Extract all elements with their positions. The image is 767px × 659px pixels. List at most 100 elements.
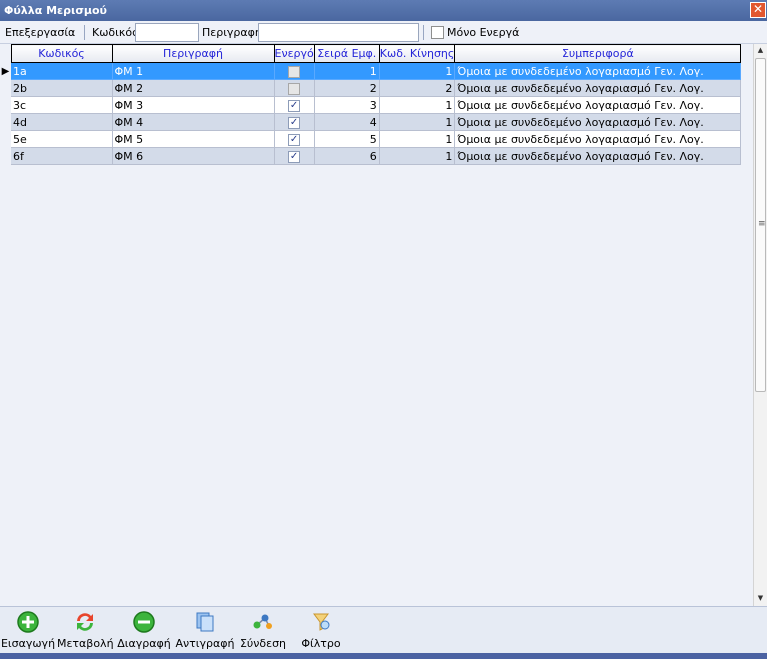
scroll-down-arrow-icon[interactable]: ▼ — [754, 592, 767, 605]
delete-button[interactable]: Διαγραφή — [116, 610, 172, 650]
cell-movement-code[interactable]: 1 — [379, 62, 456, 80]
cell-code[interactable]: 1a — [11, 62, 113, 80]
window-title-bar: Φύλλα Μερισμού ✕ — [0, 0, 767, 21]
action-toolbar: Εισαγωγή Μεταβολή Διαγραφή Αντιγραφή Σύν… — [0, 606, 767, 653]
active-checkbox[interactable]: ✓ — [288, 116, 301, 129]
column-header-movement-code[interactable]: Κωδ. Κίνησης — [378, 44, 456, 63]
active-checkbox[interactable] — [288, 65, 301, 78]
table-row[interactable]: 3c ΦΜ 3 ✓ 3 1 Όμοια με συνδεδεμένο λογαριασμό… — [0, 96, 742, 114]
cell-behavior[interactable]: Όμοια με συνδεδεμένο λογαριασμό Γεν. Λογ… — [454, 62, 742, 80]
refresh-arrows-icon — [77, 613, 93, 631]
cell-code[interactable]: 3c — [11, 96, 113, 114]
row-indicator — [0, 79, 11, 97]
cell-display-order[interactable]: 5 — [314, 130, 380, 148]
cell-movement-code[interactable]: 1 — [379, 130, 456, 148]
row-indicator: ▶ — [0, 62, 11, 80]
cell-active[interactable] — [274, 79, 315, 97]
cell-display-order[interactable]: 1 — [314, 62, 380, 80]
table-row[interactable]: 2b ΦΜ 2 2 2 Όμοια με συνδεδεμένο λογαριασμό … — [0, 79, 742, 97]
insert-label: Εισαγωγή — [0, 637, 56, 650]
cell-description[interactable]: ΦΜ 6 — [112, 147, 275, 165]
row-indicator — [0, 130, 11, 148]
column-header-code[interactable]: Κωδικός — [10, 44, 113, 63]
filter-button[interactable]: Φίλτρο — [296, 610, 346, 650]
data-grid: Κωδικός Περιγραφή Ενεργό Σειρά Εμφ. Κωδ.… — [0, 44, 753, 606]
allocation-sheets-table: Κωδικός Περιγραφή Ενεργό Σειρά Εμφ. Κωδ.… — [0, 44, 742, 165]
cell-behavior[interactable]: Όμοια με συνδεδεμένο λογαριασμό Γεν. Λογ… — [454, 147, 742, 165]
column-header-display-order[interactable]: Σειρά Εμφ. — [313, 44, 380, 63]
cell-movement-code[interactable]: 1 — [379, 147, 456, 165]
cell-behavior[interactable]: Όμοια με συνδεδεμένο λογαριασμό Γεν. Λογ… — [454, 79, 742, 97]
column-header-behavior[interactable]: Συμπεριφορά — [454, 44, 742, 63]
only-active-checkbox[interactable] — [431, 26, 444, 39]
cell-behavior[interactable]: Όμοια με συνδεδεμένο λογαριασμό Γεν. Λογ… — [454, 113, 742, 131]
copy-button[interactable]: Αντιγραφή — [175, 610, 235, 650]
cell-code[interactable]: 2b — [11, 79, 113, 97]
cell-description[interactable]: ΦΜ 2 — [112, 79, 275, 97]
table-row[interactable]: 5e ΦΜ 5 ✓ 5 1 Όμοια με συνδεδεμένο λογαριασμό… — [0, 130, 742, 148]
description-filter-input[interactable] — [258, 23, 419, 42]
cell-display-order[interactable]: 3 — [314, 96, 380, 114]
close-icon: ✕ — [752, 2, 764, 16]
cell-code[interactable]: 5e — [11, 130, 113, 148]
scrollbar-thumb[interactable]: ≡ — [755, 58, 766, 392]
window-title: Φύλλα Μερισμού — [4, 4, 107, 17]
cell-active[interactable]: ✓ — [274, 113, 315, 131]
only-active-label: Μόνο Ενεργά — [447, 26, 520, 39]
modify-button[interactable]: Μεταβολή — [57, 610, 114, 650]
copy-pages-icon — [196, 612, 214, 632]
link-nodes-icon — [253, 614, 272, 629]
scroll-up-arrow-icon[interactable]: ▲ — [754, 44, 767, 57]
close-button[interactable]: ✕ — [750, 2, 766, 18]
description-label: Περιγραφή — [202, 26, 262, 39]
cell-active[interactable] — [274, 62, 315, 80]
cell-behavior[interactable]: Όμοια με συνδεδεμένο λογαριασμό Γεν. Λογ… — [454, 96, 742, 114]
status-strip — [0, 653, 767, 659]
cell-display-order[interactable]: 4 — [314, 113, 380, 131]
grip-icon: ≡ — [758, 219, 766, 229]
filter-label: Φίλτρο — [301, 637, 341, 650]
cell-active[interactable]: ✓ — [274, 96, 315, 114]
table-row[interactable]: ▶ 1a ΦΜ 1 1 1 Όμοια με συνδεδεμένο λογαριασμό… — [0, 62, 742, 80]
cell-active[interactable]: ✓ — [274, 147, 315, 165]
cell-movement-code[interactable]: 1 — [379, 113, 456, 131]
active-checkbox[interactable] — [288, 82, 301, 95]
funnel-icon — [313, 613, 330, 631]
cell-description[interactable]: ΦΜ 1 — [112, 62, 275, 80]
column-header-description[interactable]: Περιγραφή — [111, 44, 275, 63]
insert-button[interactable]: Εισαγωγή — [0, 610, 56, 650]
filter-toolbar: Επεξεργασία Κωδικός Περιγραφή Μόνο Ενεργ… — [0, 21, 767, 44]
edit-menu[interactable]: Επεξεργασία — [5, 26, 75, 39]
active-checkbox[interactable]: ✓ — [288, 133, 301, 146]
code-label: Κωδικός — [92, 26, 139, 39]
cell-display-order[interactable]: 6 — [314, 147, 380, 165]
cell-code[interactable]: 4d — [11, 113, 113, 131]
link-label: Σύνδεση — [239, 637, 287, 650]
table-row[interactable]: 4d ΦΜ 4 ✓ 4 1 Όμοια με συνδεδεμένο λογαριασμό… — [0, 113, 742, 131]
cell-active[interactable]: ✓ — [274, 130, 315, 148]
toolbar-separator — [84, 25, 85, 40]
cell-movement-code[interactable]: 1 — [379, 96, 456, 114]
column-header-active[interactable]: Ενεργό — [273, 44, 315, 63]
link-button[interactable]: Σύνδεση — [238, 610, 288, 650]
cell-display-order[interactable]: 2 — [314, 79, 380, 97]
cell-description[interactable]: ΦΜ 3 — [112, 96, 275, 114]
modify-label: Μεταβολή — [57, 637, 114, 650]
delete-label: Διαγραφή — [117, 637, 171, 650]
row-indicator — [0, 96, 11, 114]
copy-label: Αντιγραφή — [175, 637, 235, 650]
active-checkbox[interactable]: ✓ — [288, 99, 301, 112]
cell-description[interactable]: ΦΜ 4 — [112, 113, 275, 131]
code-filter-input[interactable] — [135, 23, 199, 42]
cell-code[interactable]: 6f — [11, 147, 113, 165]
cell-description[interactable]: ΦΜ 5 — [112, 130, 275, 148]
table-row[interactable]: 6f ΦΜ 6 ✓ 6 1 Όμοια με συνδεδεμένο λογαριασμό… — [0, 147, 742, 165]
row-indicator — [0, 113, 11, 131]
cell-movement-code[interactable]: 2 — [379, 79, 456, 97]
vertical-scrollbar[interactable]: ▲ ≡ ▼ — [753, 44, 767, 606]
active-checkbox[interactable]: ✓ — [288, 150, 301, 163]
remove-circle-icon — [133, 611, 155, 633]
cell-behavior[interactable]: Όμοια με συνδεδεμένο λογαριασμό Γεν. Λογ… — [454, 130, 742, 148]
toolbar-separator — [423, 25, 424, 40]
row-indicator — [0, 147, 11, 165]
